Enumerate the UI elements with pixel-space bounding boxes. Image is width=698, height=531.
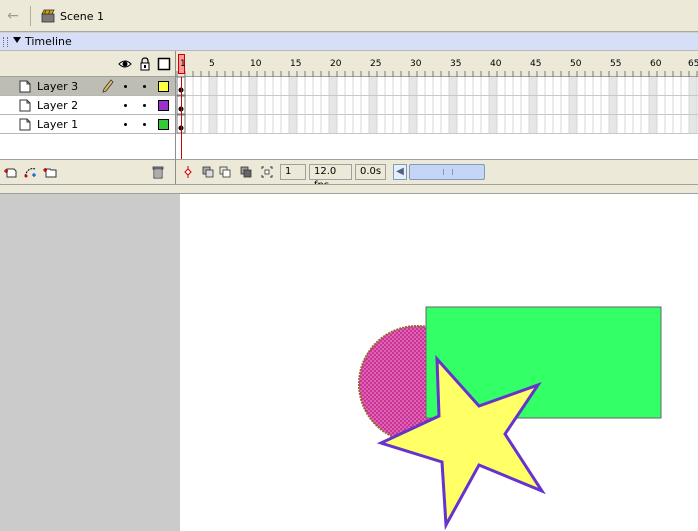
frames-grid[interactable] [176,77,698,134]
layer-name: Layer 2 [37,99,79,112]
ruler-label: 40 [490,59,502,69]
ruler-label: 55 [610,59,622,69]
ruler-label: 1 [180,59,186,69]
lock-dot[interactable] [143,123,146,126]
edit-multiple-frames-icon[interactable] [239,165,253,179]
layer-page-icon [19,80,31,93]
frame-column-highlight [409,77,417,134]
layer-outline-color[interactable] [158,81,169,92]
layer-row-1[interactable]: Layer 1 [0,115,175,134]
ruler-label: 5 [209,59,215,69]
frame-column-highlight [249,77,257,134]
frame-column-highlight [689,77,697,134]
layers-pane: Layer 3 Layer 2 Layer 1 [0,51,176,184]
layers-toolbar [0,51,175,77]
frame-column-highlight [489,77,497,134]
work-area[interactable] [0,194,698,531]
scene-label[interactable]: Scene 1 [60,10,104,23]
scrollbar-grip [443,169,453,175]
current-frame-field[interactable]: 1 [280,164,306,180]
lock-dot[interactable] [143,85,146,88]
visibility-dot[interactable] [124,123,127,126]
onion-skin-icon[interactable] [201,165,215,179]
delete-layer-icon[interactable] [151,165,165,179]
separator [30,6,31,26]
ruler-label: 25 [370,59,382,69]
layer-outline-color[interactable] [158,119,169,130]
panel-divider[interactable] [0,184,698,194]
lock-icon[interactable] [138,57,152,71]
layers-bottom-bar [0,159,175,184]
eye-icon[interactable] [118,57,132,71]
ruler-label: 30 [410,59,422,69]
timeline-title: Timeline [25,35,72,48]
stage-canvas [358,306,662,531]
scene-bar: ← Scene 1 [0,0,698,32]
insert-layer-icon[interactable] [3,165,17,179]
ruler-label: 60 [650,59,662,69]
visibility-dot[interactable] [124,104,127,107]
timeline-body: Layer 3 Layer 2 Layer 1 1 5 10 15 20 25 … [0,51,698,184]
lock-dot[interactable] [143,104,146,107]
clapperboard-icon [41,9,55,23]
frame-column-highlight [609,77,617,134]
arrow-left-icon[interactable]: ← [4,8,22,24]
frame-column-highlight [369,77,377,134]
frame-column-highlight [289,77,297,134]
panel-grip-icon[interactable] [3,37,8,47]
horizontal-scrollbar-thumb[interactable] [409,164,485,180]
scroll-left-arrow-icon[interactable]: ◀ [393,164,407,180]
frames-pane[interactable]: 1 5 10 15 20 25 30 35 40 45 50 55 60 65 [176,51,698,184]
modify-onion-markers-icon[interactable] [260,165,274,179]
frame-ruler[interactable]: 1 5 10 15 20 25 30 35 40 45 50 55 60 65 [176,51,698,77]
pencil-icon [102,79,114,93]
elapsed-time-field: 0.0s [355,164,386,180]
timeline-header[interactable]: Timeline [0,33,698,51]
ruler-label: 10 [250,59,262,69]
layer-page-icon [19,99,31,112]
ruler-label: 50 [570,59,582,69]
stage[interactable] [180,194,698,531]
insert-layer-folder-icon[interactable] [43,165,57,179]
frame-column-highlight [569,77,577,134]
timeline-status-bar: 1 12.0 fps 0.0s ◀ [176,159,698,184]
layer-outline-color[interactable] [158,100,169,111]
ruler-label: 15 [290,59,302,69]
ruler-label: 45 [530,59,542,69]
layer-row-2[interactable]: Layer 2 [0,96,175,115]
layer-page-icon [19,118,31,131]
ruler-label: 65 [688,59,698,69]
layer-name: Layer 1 [37,118,79,131]
outline-icon[interactable] [157,57,171,71]
frame-rate-field[interactable]: 12.0 fps [309,164,352,184]
frame-column-highlight [529,77,537,134]
layer-name: Layer 3 [37,80,79,93]
ruler-label: 35 [450,59,462,69]
add-motion-guide-icon[interactable] [23,165,37,179]
visibility-dot[interactable] [124,85,127,88]
frame-column-highlight [449,77,457,134]
frame-column-highlight [649,77,657,134]
center-frame-icon[interactable] [181,165,195,179]
frame-column-highlight [209,77,217,134]
collapse-triangle-icon[interactable] [13,37,21,43]
ruler-label: 20 [330,59,342,69]
frame-column-highlight [329,77,337,134]
onion-skin-outlines-icon[interactable] [218,165,232,179]
layer-row-3[interactable]: Layer 3 [0,77,175,96]
